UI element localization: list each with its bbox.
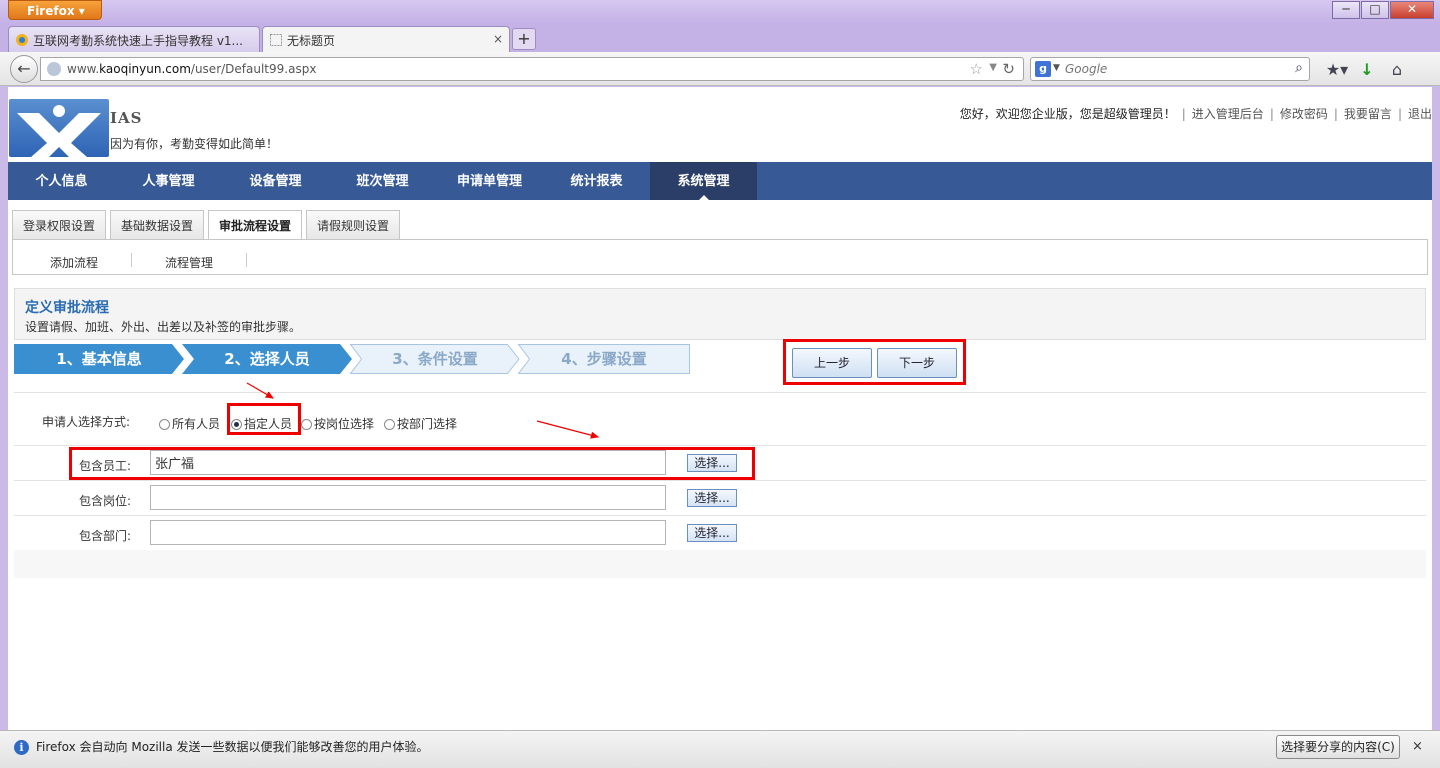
close-window-button[interactable]: ✕ [1390, 1, 1434, 19]
divider [14, 480, 1426, 481]
search-engine-dropdown-icon[interactable]: ▼ [1053, 63, 1060, 73]
window-controls: ─ □ ✕ [1331, 1, 1434, 19]
navigation-toolbar: ← www.kaoqinyun.com/user/Default99.aspx … [0, 52, 1440, 86]
url-text: www.kaoqinyun.com/user/Default99.aspx [67, 62, 317, 76]
blank-page-icon [269, 33, 283, 47]
pick-employee-button[interactable]: 选择... [687, 454, 737, 472]
radio-by-position[interactable]: 按岗位选择 [301, 415, 374, 432]
pick-department-button[interactable]: 选择... [687, 524, 737, 542]
back-button[interactable]: ← [10, 55, 38, 83]
toolbar-icons: ★▾ ↓ ⌂ [1322, 60, 1412, 79]
site-identity-icon[interactable] [47, 62, 61, 76]
firefox-menu-button[interactable]: Firefox ▾ [8, 0, 102, 20]
tab-close-icon[interactable]: × [493, 32, 503, 46]
reload-icon[interactable]: ↻ [1002, 60, 1015, 78]
divider [14, 515, 1426, 516]
tab-title: 互联网考勤系统快速上手指导教程 v1... [33, 34, 243, 48]
tab-tutorial[interactable]: 互联网考勤系统快速上手指导教程 v1... [8, 26, 260, 52]
search-engine-icon[interactable]: g [1035, 61, 1051, 77]
new-tab-button[interactable]: + [512, 28, 536, 50]
tab-untitled[interactable]: 无标题页 × [262, 26, 510, 52]
notification-bar: i Firefox 会自动向 Mozilla 发送一些数据以便我们能够改善您的用… [0, 730, 1440, 768]
download-icon[interactable]: ↓ [1352, 60, 1382, 79]
search-bar[interactable]: g ▼ ⌕ [1030, 57, 1310, 81]
url-history-dropdown-icon[interactable]: ▼ [989, 62, 997, 73]
pick-position-button[interactable]: 选择... [687, 489, 737, 507]
search-input[interactable] [1065, 60, 1285, 78]
radio-specified-people[interactable]: 指定人员 [231, 415, 292, 432]
tab-bar: 互联网考勤系统快速上手指导教程 v1... 无标题页 × + [0, 24, 1440, 52]
tab-title: 无标题页 [287, 34, 336, 48]
info-icon: i [14, 740, 29, 755]
department-label: 包含部门: [79, 529, 132, 543]
selection-mode-label: 申请人选择方式: [42, 415, 131, 429]
minimize-button[interactable]: ─ [1332, 1, 1360, 19]
bookmarks-menu-icon[interactable]: ★▾ [1322, 60, 1352, 79]
divider [14, 445, 1426, 446]
notification-message: Firefox 会自动向 Mozilla 发送一些数据以便我们能够改善您的用户体… [36, 740, 429, 754]
radio-all-people[interactable]: 所有人员 [159, 415, 220, 432]
search-icon[interactable]: ⌕ [1295, 60, 1303, 76]
radio-by-department[interactable]: 按部门选择 [384, 415, 457, 432]
employee-label: 包含员工: [79, 459, 132, 473]
web-page: IAS 因为有你，考勤变得如此简单！ 您好，欢迎您企业版，您是超级管理员！ | 进入… [8, 87, 1432, 730]
position-input[interactable] [150, 485, 666, 510]
notification-close-icon[interactable]: × [1412, 739, 1423, 754]
url-bar[interactable]: www.kaoqinyun.com/user/Default99.aspx ☆ … [40, 57, 1024, 81]
department-input[interactable] [150, 520, 666, 545]
employee-input[interactable] [150, 450, 666, 475]
home-icon[interactable]: ⌂ [1382, 60, 1412, 79]
choose-share-button[interactable]: 选择要分享的内容(C) [1276, 735, 1400, 759]
page-favicon-icon [15, 33, 29, 47]
bookmark-star-icon[interactable]: ☆ [970, 60, 983, 78]
position-label: 包含岗位: [79, 494, 132, 508]
maximize-button[interactable]: □ [1361, 1, 1389, 19]
annotation-arrows [246, 382, 600, 439]
form-footer [14, 550, 1426, 578]
window-titlebar: Firefox ▾ ─ □ ✕ [0, 0, 1440, 24]
